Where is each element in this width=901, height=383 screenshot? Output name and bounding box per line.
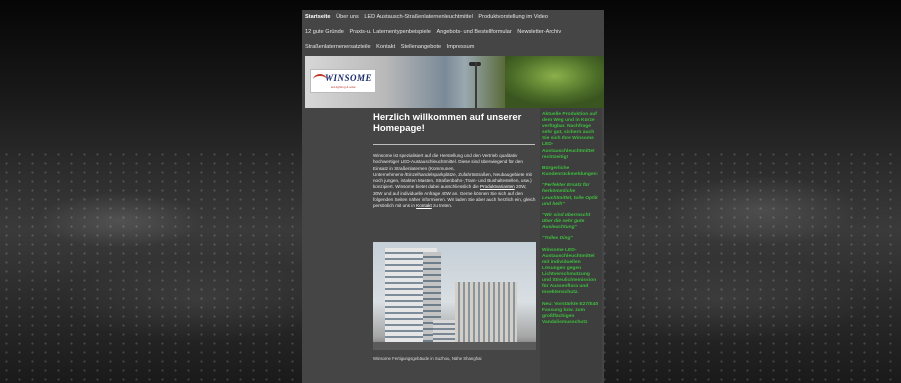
nav-item-gruende[interactable]: 12 gute Gründe (305, 29, 344, 35)
intro-text-end: zu treten. (433, 203, 453, 209)
nav-item-video[interactable]: Produktvorstellung im Video (478, 14, 548, 20)
header-banner: WINSOME led-lighting & solar (305, 56, 604, 108)
logo-subtext: led-lighting & solar (331, 85, 356, 89)
sidebar-block-quote-2: "Wir sind überrascht über die sehr gute … (542, 212, 591, 231)
nav-item-newsletter[interactable]: Newsletter-Archiv (517, 29, 561, 35)
main-content: Herzlich willkommen auf unserer Homepage… (372, 108, 537, 383)
main-navigation: Startseite Über uns LED Austausch-Straße… (302, 10, 604, 56)
page-container: Startseite Über uns LED Austausch-Straße… (302, 10, 604, 383)
produktvarianten-link[interactable]: Produktvarianten (480, 184, 515, 189)
sidebar-block-new: Neu: Vorstärkte E27/E40 Fassung bzw. zum… (542, 301, 599, 325)
sidebar-text: Aktuelle Produktion auf dem Weg und in K… (542, 112, 600, 331)
logo-text: WINSOME (325, 73, 373, 83)
nav-item-bestellformular[interactable]: Angebots- und Bestellformular (436, 29, 511, 35)
divider (373, 144, 535, 145)
winsome-logo[interactable]: WINSOME led-lighting & solar (310, 69, 376, 93)
sidebar-block-solutions: Winsome LED-Austauschleuchtmittel mit in… (542, 247, 597, 296)
nav-item-stellenangebote[interactable]: Stellenangebote (401, 44, 441, 50)
factory-building-photo (373, 242, 536, 350)
nav-item-ueber-uns[interactable]: Über uns (336, 14, 359, 20)
nav-row-3: Straßenlaternenersatzteile Kontakt Stell… (305, 44, 478, 54)
intro-paragraph: Winsome ist spezialisiert auf die Herste… (373, 153, 536, 210)
kontakt-link[interactable]: Kontakt (416, 203, 432, 208)
page-title: Herzlich willkommen auf unserer Homepage… (373, 112, 522, 134)
nav-item-led-austausch[interactable]: LED Austausch-Straßenlaternenleuchtmitte… (364, 14, 473, 20)
news-sidebar: Aktuelle Produktion auf dem Weg und in K… (540, 108, 602, 383)
nav-item-praxis[interactable]: Praxis-u. Laternentypenbeispiele (349, 29, 430, 35)
banner-trees-image (505, 56, 604, 108)
streetlamp-pole (475, 62, 477, 108)
nav-row-2: 12 gute Gründe Praxis-u. Laternentypenbe… (305, 29, 565, 39)
nav-row-1: Startseite Über uns LED Austausch-Straße… (305, 14, 552, 24)
nav-item-kontakt[interactable]: Kontakt (376, 44, 395, 50)
sidebar-block-feedback-heading: Bürgerliche Kundenrückmeldungen: (542, 165, 599, 178)
nav-item-ersatzteile[interactable]: Straßenlaternenersatzteile (305, 44, 371, 50)
photo-ground (373, 342, 536, 350)
nav-item-startseite[interactable]: Startseite (305, 14, 331, 20)
sidebar-block-production: Aktuelle Produktion auf dem Weg und in K… (542, 112, 597, 160)
photo-caption: Winsome Fertigungsgebäude in Suzhou, Näh… (373, 356, 482, 361)
sidebar-block-quote-1: "Perfekter Ersatz für herkömmliche Leuch… (542, 183, 598, 207)
sidebar-block-quote-3: "Tolles Ding" (542, 236, 573, 242)
nav-item-impressum[interactable]: Impressum (447, 44, 475, 50)
photo-second-building (455, 282, 517, 344)
